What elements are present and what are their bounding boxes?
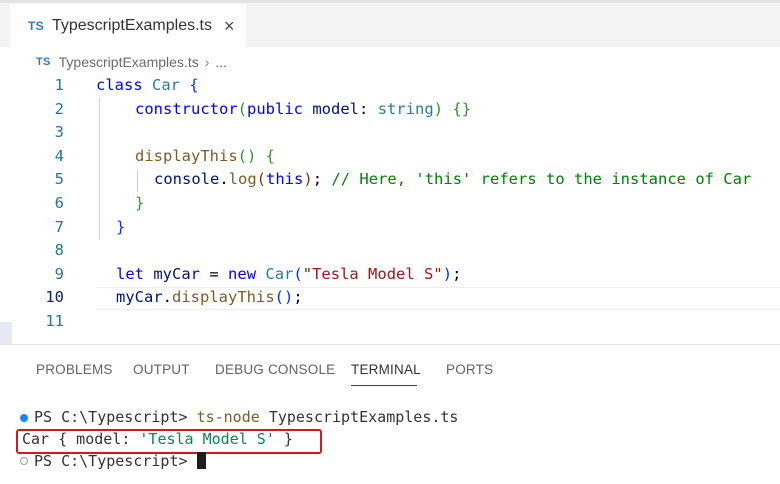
command-pending-dot-icon [20,457,28,465]
highlight-box [16,429,322,454]
code-token: . [162,288,173,307]
terminal-line: PS C:\Typescript> ts-node TypescriptExam… [34,408,458,426]
terminal-line: PS C:\Typescript> [34,452,206,470]
code-token: ( [256,170,267,189]
tab-output[interactable]: OUTPUT [133,362,190,377]
code-line: 8 [0,239,780,263]
code-token: console [154,170,220,189]
panel-tab-bar: PROBLEMS OUTPUT DEBUG CONSOLE TERMINAL P… [0,358,780,386]
line-number: 8 [54,241,64,260]
code-token: displayThis [135,146,238,165]
code-token: new [228,264,257,283]
terminal-command: ts-node [196,408,260,426]
code-string: "Tesla Model S" [302,264,443,283]
typescript-file-icon: TS [28,18,44,33]
code-token: } [135,194,145,212]
line-number: 2 [54,99,64,118]
line-number: 4 [54,146,64,165]
terminal-cursor[interactable] [196,452,206,469]
breadcrumb: TS TypescriptExamples.ts › ... [36,52,227,72]
terminal-prompt: PS C:\Typescript> [34,408,188,426]
code-token: ) [303,170,313,189]
code-token: displayThis [172,288,275,307]
line-number: 9 [54,264,64,283]
code-token: { [265,146,276,165]
tab-title: TypescriptExamples.ts [51,16,212,34]
tab-problems[interactable]: PROBLEMS [36,362,113,377]
breadcrumb-file[interactable]: TypescriptExamples.ts [59,54,199,70]
code-token: class [96,76,143,94]
tab-debug-console[interactable]: DEBUG CONSOLE [215,362,335,377]
line-number: 7 [54,217,64,236]
code-line: 9 let myCar = new Car("Tesla Model S"); [0,263,780,287]
code-line: 3 [0,121,780,145]
editor-tab[interactable]: TS TypescriptExamples.ts × [10,3,246,47]
line-number: 5 [54,170,64,189]
code-token: { [189,76,199,94]
code-token: ; [293,288,303,307]
code-token: myCar [153,264,201,283]
tab-terminal[interactable]: TERMINAL [351,362,421,377]
terminal-argument: TypescriptExamples.ts [268,408,459,426]
chevron-right-icon: › [204,54,210,70]
code-token: {} [452,99,472,118]
code-token: () [274,288,294,307]
code-token: : [359,99,369,118]
line-number: 6 [54,194,64,212]
active-tab-indicator [351,385,417,386]
line-number: 1 [54,76,64,94]
code-token: . [219,170,229,189]
breadcrumb-more[interactable]: ... [215,54,227,70]
code-editor[interactable]: 1 class Car { 2 constructor(public model… [0,74,780,336]
code-line: 5 console.log(this); // Here, 'this' ref… [0,168,780,192]
code-token: Car [152,76,181,94]
code-token: ; [452,264,462,283]
code-token: constructor [135,99,238,118]
code-token: myCar [116,288,163,307]
code-token: this [266,170,304,189]
code-line: 10 myCar.displayThis(); [0,286,780,310]
line-number: 10 [45,288,64,307]
code-token: string [377,99,434,118]
code-token: Car [265,264,294,283]
code-token: public [247,99,303,118]
sidebar-edge [0,322,12,344]
terminal-prompt: PS C:\Typescript> [34,452,188,470]
code-token: ) [433,99,444,118]
code-token: ) [442,264,453,283]
code-token: ; [312,170,323,189]
code-token: model [312,99,360,118]
code-token: let [116,264,144,283]
code-token: log [228,170,257,189]
editor-tab-bar: TS TypescriptExamples.ts × [0,3,780,47]
line-number: 3 [54,123,64,142]
code-line: 4 displayThis() { [0,145,780,169]
code-comment: // Here, 'this' refers to the instance o… [331,170,752,189]
panel-divider [0,344,780,345]
code-line: 2 constructor(public model: string) {} [0,98,780,122]
code-line: 7 } [0,216,780,240]
code-line: 11 [0,310,780,334]
code-token: ( [237,99,247,118]
code-token: } [116,217,126,236]
command-success-dot-icon[interactable] [20,414,28,422]
code-token: = [209,264,219,283]
typescript-file-icon: TS [36,56,51,68]
tab-ports[interactable]: PORTS [446,362,493,377]
code-token: () [237,146,257,165]
code-line: 1 class Car { [0,74,780,98]
code-line: 6 } [0,192,780,216]
code-token: ( [293,264,303,283]
close-icon[interactable]: × [224,17,235,35]
